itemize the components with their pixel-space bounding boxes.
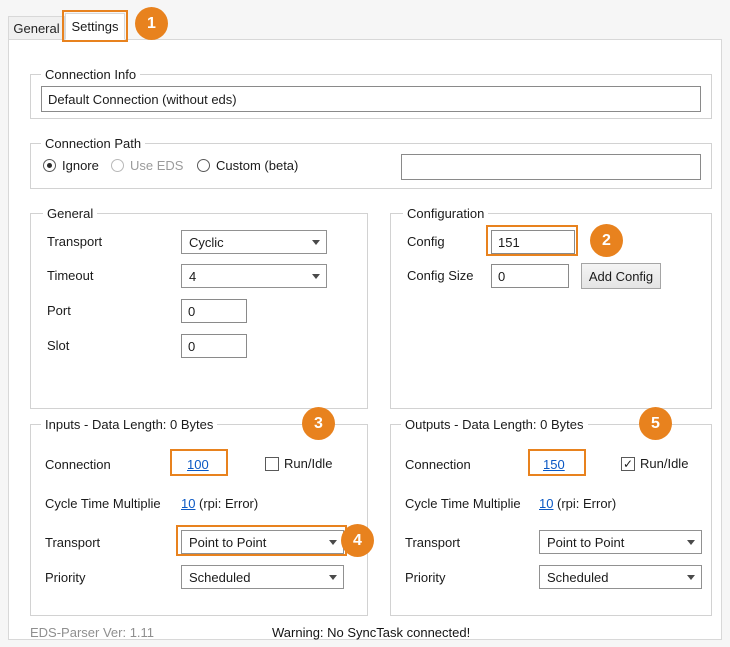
inputs-run-idle-label: Run/Idle bbox=[284, 456, 332, 471]
inputs-cycle-link[interactable]: 10 bbox=[181, 496, 195, 511]
timeout-label: Timeout bbox=[47, 268, 93, 283]
port-label: Port bbox=[47, 303, 71, 318]
synctask-warning-text: Warning: No SyncTask connected! bbox=[272, 625, 470, 640]
timeout-value: 4 bbox=[189, 269, 196, 284]
general-group: General Transport Cyclic Timeout 4 Port … bbox=[30, 213, 368, 409]
outputs-transport-select[interactable]: Point to Point bbox=[539, 530, 702, 554]
transport-select[interactable]: Cyclic bbox=[181, 230, 327, 254]
radio-ignore-label: Ignore bbox=[62, 158, 99, 173]
general-title: General bbox=[43, 206, 97, 221]
inputs-title: Inputs - Data Length: 0 Bytes bbox=[41, 417, 217, 432]
inputs-transport-select[interactable]: Point to Point bbox=[181, 530, 344, 554]
radio-use-eds[interactable]: Use EDS bbox=[111, 158, 183, 173]
outputs-cycle-link[interactable]: 10 bbox=[539, 496, 553, 511]
tab-settings[interactable]: Settings bbox=[65, 13, 125, 40]
inputs-transport-value: Point to Point bbox=[189, 535, 266, 550]
inputs-priority-select[interactable]: Scheduled bbox=[181, 565, 344, 589]
config-size-label: Config Size bbox=[407, 268, 473, 283]
radio-icon bbox=[43, 159, 56, 172]
port-input[interactable] bbox=[181, 299, 247, 323]
radio-custom-beta[interactable]: Custom (beta) bbox=[197, 158, 298, 173]
chevron-down-icon bbox=[681, 566, 701, 588]
outputs-run-idle-label: Run/Idle bbox=[640, 456, 688, 471]
inputs-group: Inputs - Data Length: 0 Bytes Connection… bbox=[30, 424, 368, 616]
inputs-cycle-label: Cycle Time Multiplie bbox=[45, 496, 161, 511]
radio-ignore[interactable]: Ignore bbox=[43, 158, 99, 173]
timeout-select[interactable]: 4 bbox=[181, 264, 327, 288]
outputs-transport-label: Transport bbox=[405, 535, 460, 550]
outputs-connection-label: Connection bbox=[405, 457, 471, 472]
outputs-cycle-label: Cycle Time Multiplie bbox=[405, 496, 521, 511]
connection-path-title: Connection Path bbox=[41, 136, 145, 151]
chevron-down-icon bbox=[323, 566, 343, 588]
outputs-run-idle-checkbox[interactable]: Run/Idle bbox=[621, 456, 688, 471]
callout-3: 3 bbox=[302, 407, 335, 440]
radio-icon bbox=[111, 159, 124, 172]
slot-label: Slot bbox=[47, 338, 69, 353]
inputs-cycle-suffix: (rpi: Error) bbox=[199, 496, 258, 511]
chevron-down-icon bbox=[306, 231, 326, 253]
settings-window: General Settings Connection Info Connect… bbox=[0, 0, 730, 647]
connection-info-input[interactable] bbox=[41, 86, 701, 112]
configuration-title: Configuration bbox=[403, 206, 488, 221]
inputs-transport-label: Transport bbox=[45, 535, 100, 550]
outputs-group: Outputs - Data Length: 0 Bytes Connectio… bbox=[390, 424, 712, 616]
checkbox-icon bbox=[265, 457, 279, 471]
chevron-down-icon bbox=[323, 531, 343, 553]
add-config-button[interactable]: Add Config bbox=[581, 263, 661, 289]
configuration-group: Configuration Config Config Size Add Con… bbox=[390, 213, 712, 409]
outputs-title: Outputs - Data Length: 0 Bytes bbox=[401, 417, 588, 432]
tab-general[interactable]: General bbox=[8, 16, 65, 39]
outputs-priority-label: Priority bbox=[405, 570, 445, 585]
radio-custom-beta-label: Custom (beta) bbox=[216, 158, 298, 173]
outputs-priority-value: Scheduled bbox=[547, 570, 608, 585]
checkbox-icon bbox=[621, 457, 635, 471]
parser-version-text: EDS-Parser Ver: 1.11 bbox=[30, 625, 154, 640]
inputs-run-idle-checkbox[interactable]: Run/Idle bbox=[265, 456, 332, 471]
slot-input[interactable] bbox=[181, 334, 247, 358]
connection-path-group: Connection Path Ignore Use EDS Custom (b… bbox=[30, 143, 712, 189]
outputs-connection-link[interactable]: 150 bbox=[543, 457, 565, 472]
chevron-down-icon bbox=[681, 531, 701, 553]
radio-use-eds-label: Use EDS bbox=[130, 158, 183, 173]
transport-label: Transport bbox=[47, 234, 102, 249]
inputs-connection-link[interactable]: 100 bbox=[187, 457, 209, 472]
callout-4: 4 bbox=[341, 524, 374, 557]
callout-1: 1 bbox=[135, 7, 168, 40]
outputs-transport-value: Point to Point bbox=[547, 535, 624, 550]
outputs-cycle-suffix: (rpi: Error) bbox=[557, 496, 616, 511]
transport-value: Cyclic bbox=[189, 235, 224, 250]
config-input[interactable] bbox=[491, 230, 575, 254]
config-label: Config bbox=[407, 234, 445, 249]
radio-icon bbox=[197, 159, 210, 172]
connection-info-title: Connection Info bbox=[41, 67, 140, 82]
outputs-priority-select[interactable]: Scheduled bbox=[539, 565, 702, 589]
inputs-connection-label: Connection bbox=[45, 457, 111, 472]
config-size-input[interactable] bbox=[491, 264, 569, 288]
callout-2: 2 bbox=[590, 224, 623, 257]
connection-info-group: Connection Info bbox=[30, 74, 712, 119]
inputs-priority-label: Priority bbox=[45, 570, 85, 585]
connection-path-input[interactable] bbox=[401, 154, 701, 180]
inputs-priority-value: Scheduled bbox=[189, 570, 250, 585]
callout-5: 5 bbox=[639, 407, 672, 440]
chevron-down-icon bbox=[306, 265, 326, 287]
